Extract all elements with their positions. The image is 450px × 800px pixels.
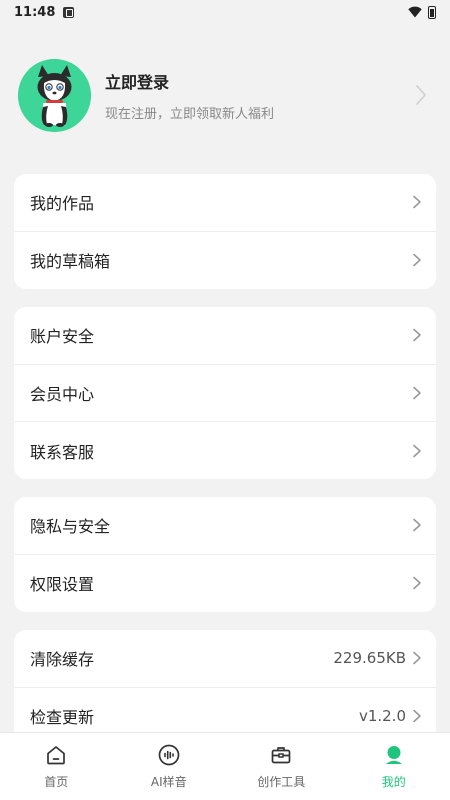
menu-item-label: 检查更新 [30, 708, 95, 728]
menu-item-label: 权限设置 [30, 575, 95, 595]
version-value: v1.2.0 [358, 707, 406, 726]
profile-text: 立即登录 现在注册，立即领取新人福利 [105, 69, 414, 122]
menu-item-label: 会员中心 [30, 384, 95, 404]
tab-label: 我的 [381, 775, 406, 789]
menu-item-label: 隐私与安全 [30, 517, 111, 537]
battery-icon [428, 5, 436, 19]
status-right [408, 5, 436, 19]
tab-ai-voice[interactable]: AI样音 [113, 733, 226, 800]
tab-label: 首页 [44, 775, 69, 789]
tab-home[interactable]: 首页 [0, 733, 113, 800]
chevron-right-icon [413, 518, 421, 532]
chevron-right-icon [413, 651, 421, 665]
tab-label: 创作工具 [257, 775, 306, 789]
husky-avatar-icon [18, 58, 91, 132]
menu-item-customer-service[interactable]: 联系客服 [14, 422, 436, 479]
chevron-right-icon[interactable] [414, 84, 428, 106]
bottom-tab-bar: 首页 AI样音 创作工具 我的 [0, 732, 450, 800]
menu-group-privacy: 隐私与安全 权限设置 [14, 497, 436, 612]
menu-item-privacy-security[interactable]: 隐私与安全 [14, 497, 436, 555]
menu-item-account-security[interactable]: 账户安全 [14, 307, 436, 365]
menu-item-label: 联系客服 [30, 442, 95, 462]
menu-item-permissions[interactable]: 权限设置 [14, 555, 436, 613]
profile-login-row[interactable]: 立即登录 现在注册，立即领取新人福利 [18, 58, 432, 132]
chevron-right-icon [413, 328, 421, 342]
chevron-right-icon [413, 195, 421, 209]
notification-icon [63, 6, 75, 18]
profile-icon [385, 746, 402, 764]
screen: 11:48 立即登录 现在注册，立即领取新人福利 我的作品 我的草稿箱 账户安全… [0, 0, 450, 800]
chevron-right-icon [413, 709, 421, 723]
chevron-right-icon [413, 253, 421, 267]
menu-item-label: 我的作品 [30, 194, 95, 214]
tab-creation-tools[interactable]: 创作工具 [225, 733, 338, 800]
menu-item-label: 账户安全 [30, 327, 95, 347]
status-bar: 11:48 [0, 0, 450, 24]
toolbox-icon [271, 747, 291, 764]
tab-label: AI样音 [150, 775, 187, 789]
menu-item-drafts[interactable]: 我的草稿箱 [14, 232, 436, 290]
chevron-right-icon [413, 386, 421, 400]
chevron-right-icon [413, 444, 421, 458]
avatar[interactable] [18, 58, 91, 132]
chevron-right-icon [413, 576, 421, 590]
menu-item-label: 我的草稿箱 [30, 252, 111, 272]
menu-item-my-works[interactable]: 我的作品 [14, 174, 436, 232]
menu-group-system: 清除缓存 229.65KB 检查更新 v1.2.0 [14, 630, 436, 745]
cache-size-value: 229.65KB [333, 649, 406, 668]
menu-item-clear-cache[interactable]: 清除缓存 229.65KB [14, 630, 436, 688]
login-subtitle: 现在注册，立即领取新人福利 [105, 106, 275, 122]
login-title[interactable]: 立即登录 [105, 69, 414, 93]
tab-mine[interactable]: 我的 [338, 733, 450, 800]
menu-group-works: 我的作品 我的草稿箱 [14, 174, 436, 289]
menu-item-membership[interactable]: 会员中心 [14, 365, 436, 422]
status-time: 11:48 [14, 4, 56, 20]
home-icon [47, 746, 66, 765]
menu-group-account: 账户安全 会员中心 联系客服 [14, 307, 436, 479]
voice-icon [158, 744, 180, 766]
wifi-icon [408, 6, 422, 18]
menu-item-label: 清除缓存 [30, 650, 95, 670]
